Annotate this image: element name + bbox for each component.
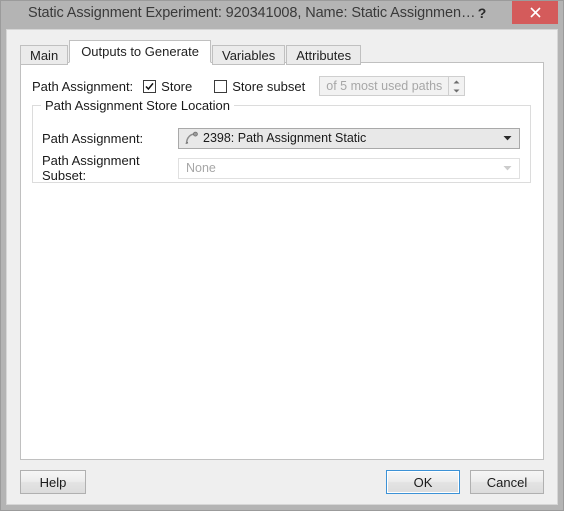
- store-subset-checkbox[interactable]: Store subset: [214, 79, 305, 94]
- close-icon: [529, 7, 541, 18]
- dialog-button-bar: Help OK Cancel: [20, 460, 544, 504]
- store-checkbox-box[interactable]: [143, 79, 157, 93]
- tab-attributes[interactable]: Attributes: [286, 45, 362, 65]
- confirm-buttons: OK Cancel: [386, 470, 544, 494]
- tab-main[interactable]: Main: [20, 45, 69, 65]
- path-assignment-subset-combo: None: [178, 157, 520, 179]
- ok-button[interactable]: OK: [386, 470, 460, 494]
- spinner-buttons: [448, 77, 465, 95]
- path-assignment-store-location-group: Path Assignment Store Location Path Assi…: [32, 98, 531, 183]
- tab-page-outputs-to-generate: Path Assignment: Store Store subset of 5…: [20, 62, 544, 460]
- tab-variables[interactable]: Variables: [211, 45, 286, 65]
- dialog-window: Static Assignment Experiment: 920341008,…: [0, 0, 564, 511]
- chevron-down-icon: [453, 89, 460, 92]
- tab-outputs-to-generate[interactable]: Outputs to Generate: [69, 40, 211, 63]
- dialog-client-area: Main Outputs to Generate Variables Attri…: [6, 29, 558, 505]
- titlebar-help-button[interactable]: ?: [471, 3, 493, 23]
- subset-count-spinner-text: of 5 most used paths: [326, 79, 443, 93]
- subset-count-spinner[interactable]: of 5 most used paths: [319, 76, 466, 96]
- store-checkbox-label: Store: [161, 78, 193, 94]
- tab-strip: Main Outputs to Generate Variables Attri…: [20, 40, 557, 65]
- group-legend: Path Assignment Store Location: [41, 98, 235, 113]
- spinner-up-button[interactable]: [449, 77, 464, 86]
- window-title: Static Assignment Experiment: 920341008,…: [28, 5, 476, 21]
- cancel-button[interactable]: Cancel: [470, 470, 544, 494]
- path-assignment-subset-combo-row: Path Assignment Subset: None: [42, 153, 520, 183]
- path-assignment-subset-combo-label: Path Assignment Subset:: [42, 153, 140, 183]
- store-subset-checkbox-box[interactable]: [214, 79, 228, 93]
- spinner-down-button[interactable]: [449, 86, 464, 95]
- path-assignment-combo-value: 2398: Path Assignment Static: [203, 131, 367, 145]
- chevron-up-icon: [453, 80, 460, 83]
- path-assignment-subset-combo-arrow: [503, 159, 512, 178]
- path-assignment-combo[interactable]: 2398: Path Assignment Static: [178, 127, 520, 149]
- help-button[interactable]: Help: [20, 470, 86, 494]
- path-assignment-combo-arrow[interactable]: [503, 129, 512, 148]
- title-bar: Static Assignment Experiment: 920341008,…: [1, 1, 563, 29]
- checkmark-icon: [145, 82, 154, 90]
- chevron-down-icon: [503, 166, 512, 171]
- path-assignment-combo-row: Path Assignment: 2398: Path Assignment S…: [42, 127, 520, 149]
- close-button[interactable]: [512, 1, 558, 24]
- path-curve-icon: [182, 131, 200, 145]
- path-assignment-combo-label: Path Assignment:: [42, 130, 144, 146]
- path-assignment-subset-combo-value: None: [186, 161, 216, 175]
- store-checkbox[interactable]: Store: [143, 79, 192, 94]
- path-assignment-row: Path Assignment: Store Store subset of 5…: [32, 76, 466, 96]
- store-subset-checkbox-label: Store subset: [232, 78, 306, 94]
- chevron-down-icon: [503, 136, 512, 141]
- path-assignment-label: Path Assignment:: [32, 78, 134, 94]
